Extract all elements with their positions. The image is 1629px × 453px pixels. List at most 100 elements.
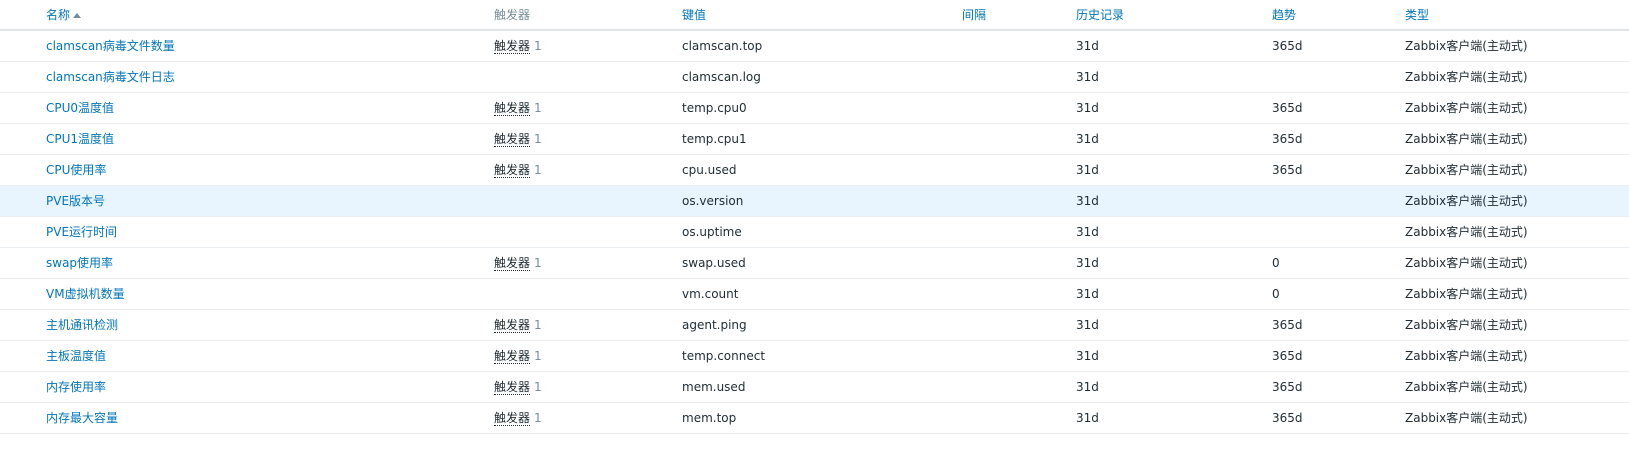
- cell-triggers: [494, 61, 682, 93]
- cell-key: clamscan.log: [682, 61, 962, 93]
- cell-interval: [962, 247, 1076, 279]
- cell-history: 31d: [1076, 371, 1272, 403]
- table-row: clamscan病毒文件数量 触发器 1 clamscan.top 31d 365d Zab…: [0, 30, 1629, 62]
- row-spacer: [0, 216, 46, 248]
- cell-interval: [962, 402, 1076, 434]
- cell-key: temp.connect: [682, 340, 962, 372]
- trigger-count: 1: [534, 380, 542, 394]
- cell-trends: 365d: [1272, 154, 1405, 186]
- header-type[interactable]: 类型: [1405, 0, 1629, 31]
- row-spacer: [0, 61, 46, 93]
- trigger-count: 1: [534, 163, 542, 177]
- header-history[interactable]: 历史记录: [1076, 0, 1272, 31]
- cell-interval: [962, 278, 1076, 310]
- cell-key: vm.count: [682, 278, 962, 310]
- header-name-label[interactable]: 名称: [46, 8, 70, 22]
- item-name-link[interactable]: clamscan病毒文件数量: [46, 39, 175, 53]
- cell-trends: 365d: [1272, 123, 1405, 155]
- cell-key: clamscan.top: [682, 30, 962, 62]
- trigger-count: 1: [534, 318, 542, 332]
- item-name-link[interactable]: 内存使用率: [46, 380, 106, 394]
- header-key[interactable]: 键值: [682, 0, 962, 31]
- triggers-link[interactable]: 触发器: [494, 380, 531, 395]
- item-name-link[interactable]: clamscan病毒文件日志: [46, 70, 175, 84]
- cell-name: PVE运行时间: [46, 216, 494, 248]
- header-interval[interactable]: 间隔: [962, 0, 1076, 31]
- triggers-link[interactable]: 触发器: [494, 101, 531, 116]
- cell-type: Zabbix客户端(主动式): [1405, 371, 1629, 403]
- cell-type: Zabbix客户端(主动式): [1405, 340, 1629, 372]
- row-spacer: [0, 247, 46, 279]
- trigger-count: 1: [534, 132, 542, 146]
- cell-history: 31d: [1076, 154, 1272, 186]
- table-row: 内存最大容量 触发器 1 mem.top 31d 365d Zabbix客户端(主动式): [0, 402, 1629, 434]
- table-row: CPU使用率 触发器 1 cpu.used 31d 365d Zabbix客户端(主动式): [0, 154, 1629, 186]
- cell-key: agent.ping: [682, 309, 962, 341]
- cell-history: 31d: [1076, 340, 1272, 372]
- cell-key: mem.used: [682, 371, 962, 403]
- cell-name: PVE版本号: [46, 185, 494, 217]
- cell-triggers: 触发器 1: [494, 309, 682, 341]
- triggers-link[interactable]: 触发器: [494, 349, 531, 364]
- cell-history: 31d: [1076, 247, 1272, 279]
- triggers-link[interactable]: 触发器: [494, 256, 531, 271]
- cell-triggers: 触发器 1: [494, 402, 682, 434]
- item-name-link[interactable]: 主机通讯检测: [46, 318, 118, 332]
- cell-history: 31d: [1076, 402, 1272, 434]
- triggers-link[interactable]: 触发器: [494, 132, 531, 147]
- cell-key: cpu.used: [682, 154, 962, 186]
- trigger-count: 1: [534, 349, 542, 363]
- cell-triggers: 触发器 1: [494, 340, 682, 372]
- table-row: 主板温度值 触发器 1 temp.connect 31d 365d Zabbix客户端(主动…: [0, 340, 1629, 372]
- header-name[interactable]: 名称: [46, 0, 494, 31]
- cell-trends: 365d: [1272, 340, 1405, 372]
- cell-key: os.uptime: [682, 216, 962, 248]
- item-name-link[interactable]: swap使用率: [46, 256, 113, 270]
- cell-trends: 0: [1272, 278, 1405, 310]
- cell-name: 内存最大容量: [46, 402, 494, 434]
- trigger-count: 1: [534, 411, 542, 425]
- cell-trends: 0: [1272, 247, 1405, 279]
- cell-history: 31d: [1076, 30, 1272, 62]
- row-spacer: [0, 402, 46, 434]
- item-name-link[interactable]: CPU1温度值: [46, 132, 114, 146]
- cell-type: Zabbix客户端(主动式): [1405, 216, 1629, 248]
- row-spacer: [0, 30, 46, 62]
- triggers-link[interactable]: 触发器: [494, 39, 531, 55]
- table-row: CPU0温度值 触发器 1 temp.cpu0 31d 365d Zabbix客户端(主动式…: [0, 92, 1629, 124]
- cell-triggers: [494, 216, 682, 248]
- cell-interval: [962, 371, 1076, 403]
- triggers-link[interactable]: 触发器: [494, 411, 531, 426]
- item-name-link[interactable]: 主板温度值: [46, 349, 106, 363]
- cell-type: Zabbix客户端(主动式): [1405, 61, 1629, 93]
- triggers-link[interactable]: 触发器: [494, 163, 531, 178]
- cell-triggers: 触发器 1: [494, 371, 682, 403]
- item-name-link[interactable]: CPU0温度值: [46, 101, 114, 115]
- cell-interval: [962, 92, 1076, 124]
- triggers-link[interactable]: 触发器: [494, 318, 531, 333]
- item-name-link[interactable]: 内存最大容量: [46, 411, 118, 425]
- cell-type: Zabbix客户端(主动式): [1405, 402, 1629, 434]
- cell-name: clamscan病毒文件数量: [46, 30, 494, 62]
- cell-interval: [962, 185, 1076, 217]
- cell-triggers: 触发器 1: [494, 154, 682, 186]
- cell-interval: [962, 30, 1076, 62]
- cell-type: Zabbix客户端(主动式): [1405, 123, 1629, 155]
- cell-interval: [962, 154, 1076, 186]
- cell-history: 31d: [1076, 61, 1272, 93]
- item-name-link[interactable]: PVE运行时间: [46, 225, 117, 239]
- row-spacer: [0, 154, 46, 186]
- header-trends[interactable]: 趋势: [1272, 0, 1405, 31]
- trigger-count: 1: [534, 256, 542, 270]
- cell-key: os.version: [682, 185, 962, 217]
- cell-name: 内存使用率: [46, 371, 494, 403]
- item-name-link[interactable]: PVE版本号: [46, 194, 105, 208]
- cell-trends: [1272, 216, 1405, 248]
- cell-triggers: [494, 278, 682, 310]
- cell-name: 主机通讯检测: [46, 309, 494, 341]
- item-name-link[interactable]: CPU使用率: [46, 163, 106, 177]
- table-row: PVE运行时间 os.uptime 31d Zabbix客户端(主动式): [0, 216, 1629, 248]
- cell-type: Zabbix客户端(主动式): [1405, 309, 1629, 341]
- item-name-link[interactable]: VM虚拟机数量: [46, 287, 125, 301]
- cell-trends: 365d: [1272, 30, 1405, 62]
